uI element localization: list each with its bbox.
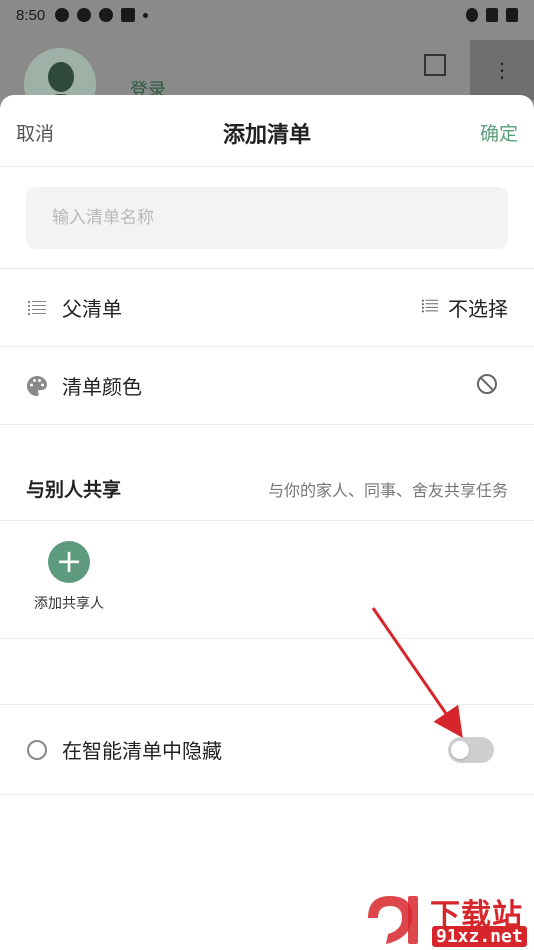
wifi-icon [486, 8, 498, 22]
notification-icons [55, 8, 149, 22]
add-sharer-label: 添加共享人 [34, 596, 104, 612]
hide-in-smart-list-row[interactable]: 在智能清单中隐藏 [0, 705, 534, 795]
watermark: 下载站 91xz.net [360, 888, 532, 948]
status-bar: 8:50 [0, 0, 534, 30]
hide-in-smart-list-toggle[interactable] [448, 736, 494, 763]
plus-icon: + [48, 541, 90, 583]
battery-icon [506, 8, 518, 22]
palette-icon [26, 375, 48, 397]
more-vert-icon: ⋮ [470, 40, 534, 100]
name-input-section [0, 167, 534, 269]
share-body: + 添加共享人 [0, 521, 534, 639]
system-icons [466, 8, 518, 22]
notification-icon [77, 8, 92, 22]
list-outline-icon [422, 298, 438, 318]
parent-list-label: 父清单 [62, 297, 122, 321]
hide-toggle-wrap [448, 736, 508, 763]
section-spacer [0, 639, 534, 705]
toggle-knob [451, 740, 469, 759]
parent-list-value: 不选择 [448, 297, 508, 321]
confirm-button[interactable]: 确定 [480, 119, 518, 146]
list-color-row[interactable]: 清单颜色 [0, 347, 534, 425]
scan-icon [424, 54, 446, 76]
hide-in-smart-list-label: 在智能清单中隐藏 [62, 739, 222, 763]
list-outline-icon [26, 297, 48, 319]
half-moon-icon [26, 739, 48, 761]
notification-icon [99, 8, 114, 22]
list-color-label: 清单颜色 [62, 375, 142, 399]
alarm-icon [466, 8, 478, 22]
sheet-header: 取消 添加清单 确定 [0, 95, 534, 167]
parent-list-row[interactable]: 父清单 不选择 [0, 269, 534, 347]
color-selector[interactable] [476, 373, 508, 399]
notification-icon [55, 8, 70, 22]
add-list-sheet: 取消 添加清单 确定 父清单 [0, 95, 534, 950]
watermark-text-en: 91xz.net [432, 926, 527, 947]
share-title: 与别人共享 [26, 479, 122, 501]
share-header: 与别人共享 与你的家人、同事、舍友共享任务 [0, 475, 534, 521]
add-sharer-button[interactable]: + 添加共享人 [28, 541, 110, 613]
page-title: 添加清单 [222, 123, 311, 148]
dot-icon [143, 12, 149, 18]
no-color-icon [476, 373, 498, 399]
watermark-logo [368, 896, 418, 944]
parent-list-selector[interactable]: 不选择 [422, 293, 508, 322]
status-time: 8:50 [16, 6, 46, 24]
share-description: 与你的家人、同事、舍友共享任务 [267, 481, 508, 500]
notification-icon [121, 8, 136, 22]
list-name-input[interactable] [26, 187, 508, 249]
